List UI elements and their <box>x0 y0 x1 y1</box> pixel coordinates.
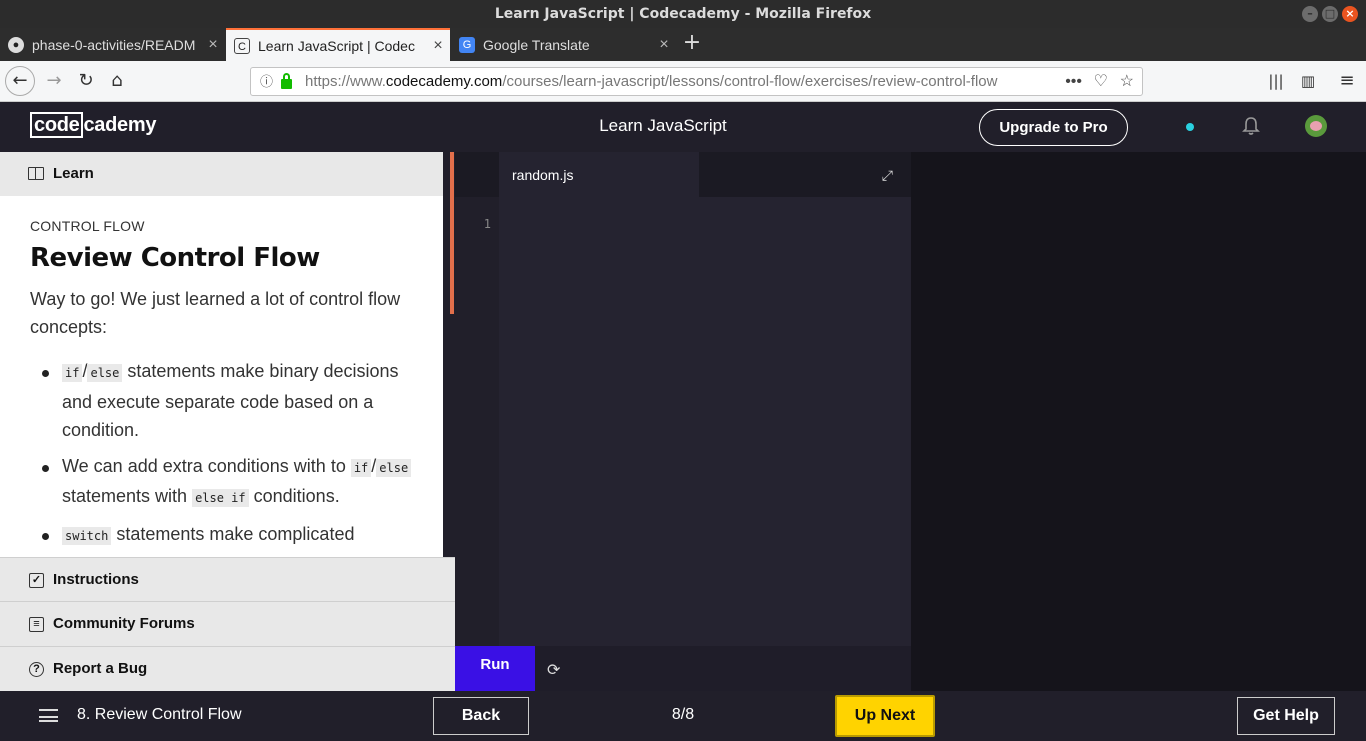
chat-icon: ≡ <box>29 617 44 632</box>
list-item: if / else statements make binary decisions… <box>30 357 413 445</box>
report-bug-panel[interactable]: ? Report a Bug <box>0 646 455 691</box>
expand-icon[interactable]: ⤢ <box>882 168 893 184</box>
status-dot-icon <box>1186 123 1194 131</box>
sidebar-icon[interactable]: ▥ <box>1294 67 1322 95</box>
run-button[interactable]: Run <box>455 646 535 691</box>
info-icon[interactable]: ⓘ <box>260 68 273 95</box>
list-item: switch statements make complicated <box>30 520 413 551</box>
file-tab[interactable]: random.js <box>499 152 699 197</box>
tab-label: Learn JavaScript | Codec <box>258 37 415 54</box>
question-icon: ? <box>29 662 44 677</box>
github-icon: ● <box>8 36 24 53</box>
back-arrow-icon[interactable]: ← <box>5 66 35 96</box>
close-tab-icon[interactable]: × <box>201 36 225 54</box>
page-actions-icon[interactable]: ••• <box>1057 68 1082 95</box>
google-translate-icon: G <box>459 36 475 53</box>
learn-panel: Learn CONTROL FLOW Review Control Flow W… <box>0 152 455 691</box>
codecademy-favicon: C <box>234 37 250 54</box>
list-item: We can add extra conditions with to if / e… <box>30 452 413 513</box>
lesson-eyebrow: CONTROL FLOW <box>30 218 145 234</box>
up-next-button[interactable]: Up Next <box>835 695 935 737</box>
get-help-button[interactable]: Get Help <box>1237 697 1335 735</box>
checkbox-icon: ✓ <box>29 573 44 588</box>
new-tab-button[interactable]: + <box>680 28 704 61</box>
pocket-icon[interactable]: ♡ <box>1093 68 1108 95</box>
hamburger-menu-icon[interactable]: ≡ <box>1333 67 1361 95</box>
community-forums-panel[interactable]: ≡ Community Forums <box>0 601 455 646</box>
window-title: Learn JavaScript | Codecademy - Mozilla … <box>494 6 872 22</box>
tab-github[interactable]: ● phase-0-activities/READM × <box>0 28 225 61</box>
run-bar: Run ⟳ <box>455 646 911 691</box>
tab-codecademy[interactable]: C Learn JavaScript | Codec × <box>226 28 450 61</box>
codecademy-header: code cademy Learn JavaScript Upgrade to P… <box>0 102 1366 152</box>
browser-navbar: ← → ↻ ⌂ ⓘ https://www.codecademy.com/cou… <box>0 61 1366 102</box>
line-number: 1 <box>483 217 491 231</box>
output-pane <box>911 152 1366 691</box>
tab-google-translate[interactable]: G Google Translate × <box>451 28 676 61</box>
back-button[interactable]: Back <box>433 697 529 735</box>
close-tab-icon[interactable]: × <box>652 36 676 54</box>
minimize-icon[interactable]: – <box>1302 6 1318 22</box>
learn-tab-label: Learn <box>53 165 94 182</box>
menu-icon[interactable] <box>39 709 58 722</box>
tab-label: Google Translate <box>483 36 590 53</box>
code-input[interactable] <box>499 197 911 646</box>
lesson-name[interactable]: 8. Review Control Flow <box>77 706 242 724</box>
lock-icon <box>281 73 292 89</box>
page-title: Review Control Flow <box>30 243 320 273</box>
upgrade-to-pro-button[interactable]: Upgrade to Pro <box>979 109 1128 146</box>
lesson-intro: Way to go! We just learned a lot of cont… <box>30 289 401 337</box>
url-host: codecademy.com <box>385 73 503 90</box>
reload-icon[interactable]: ↻ <box>72 67 100 95</box>
maximize-icon[interactable]: □ <box>1322 6 1338 22</box>
reset-icon[interactable]: ⟳ <box>547 660 560 679</box>
editor-tabbar: random.js ⤢ <box>455 152 911 197</box>
url-path: /courses/learn-javascript/lessons/contro… <box>502 73 998 90</box>
progress-indicator: 8/8 <box>671 706 695 723</box>
code-editor: random.js ⤢ 1 Run ⟳ <box>450 152 911 691</box>
resize-handle[interactable] <box>450 152 454 314</box>
concept-list: if / else statements make binary decisions… <box>30 357 413 550</box>
close-window-icon[interactable]: × <box>1342 6 1358 22</box>
avatar[interactable] <box>1305 115 1327 137</box>
bell-icon[interactable] <box>1242 116 1260 136</box>
learn-tab[interactable]: Learn <box>0 152 443 196</box>
instructions-panel[interactable]: ✓ Instructions <box>0 557 455 602</box>
url-scheme: https://www. <box>305 73 386 90</box>
window-titlebar: Learn JavaScript | Codecademy - Mozilla … <box>0 0 1366 28</box>
line-gutter: 1 <box>455 197 499 646</box>
book-icon <box>28 167 44 180</box>
browser-tabbar: ● phase-0-activities/READM × C Learn Jav… <box>0 28 1366 61</box>
codecademy-logo[interactable]: code cademy <box>30 112 156 138</box>
bookmark-star-icon[interactable]: ☆ <box>1119 68 1134 95</box>
library-icon[interactable]: ||| <box>1262 67 1290 95</box>
forward-arrow-icon[interactable]: → <box>40 67 68 95</box>
bottom-bar: 8. Review Control Flow Back 8/8 Up Next … <box>0 691 1366 741</box>
close-tab-icon[interactable]: × <box>426 37 450 55</box>
home-icon[interactable]: ⌂ <box>103 67 131 95</box>
tab-label: phase-0-activities/READM <box>32 36 196 53</box>
url-bar[interactable]: ⓘ https://www.codecademy.com/courses/lea… <box>250 67 1143 96</box>
lesson-content: CONTROL FLOW Review Control Flow Way to … <box>0 196 443 557</box>
course-title: Learn JavaScript <box>599 116 727 135</box>
